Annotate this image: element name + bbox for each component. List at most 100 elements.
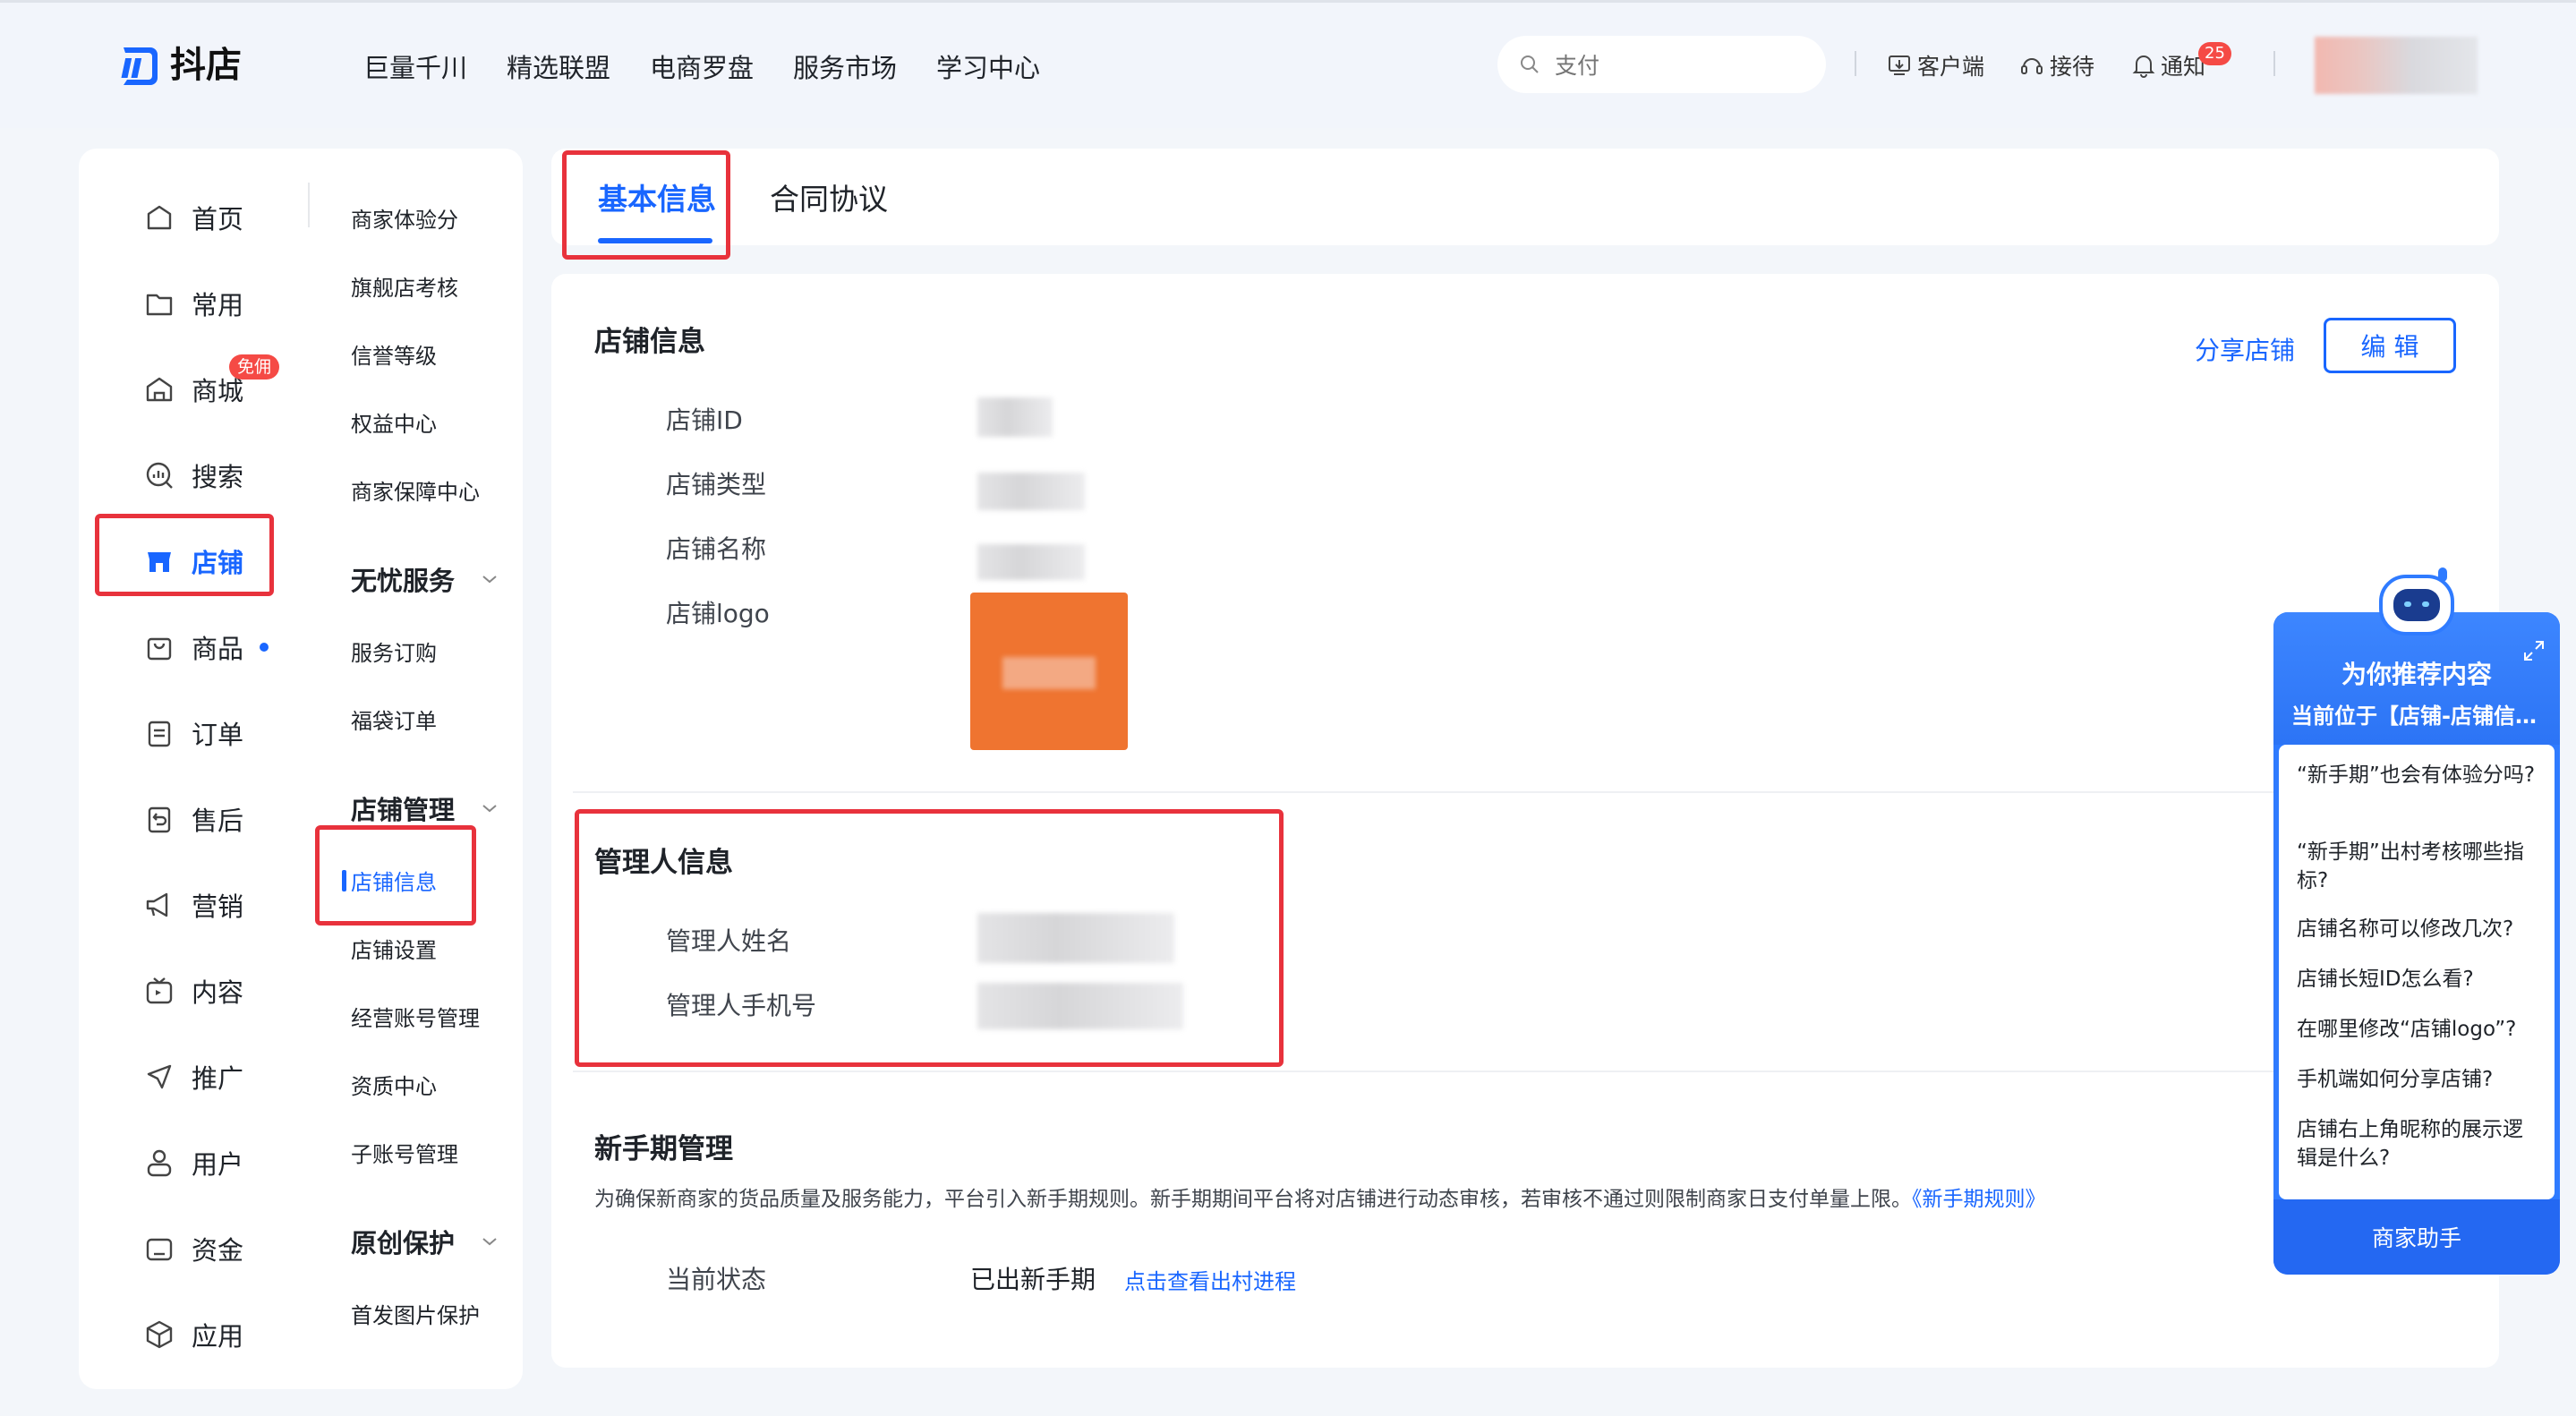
sidebar-item-apps[interactable]: 应用 [143,1316,243,1353]
edit-button[interactable]: 编 辑 [2324,318,2456,373]
folder-icon [146,294,173,316]
assistant-question[interactable]: 在哪里修改“店铺logo”? [2297,1015,2540,1044]
store-logo-image [970,593,1128,750]
subnav-service-order[interactable]: 服务订购 [351,635,437,667]
store-id-value-redacted [977,397,1053,437]
tab-contract[interactable]: 合同协议 [770,175,888,218]
assistant-question[interactable]: 店铺右上角昵称的展示逻辑是什么? [2297,1115,2540,1173]
assistant-question[interactable]: 手机端如何分享店铺? [2297,1065,2540,1094]
field-label-current-status: 当前状态 [666,1265,767,1294]
assistant-title: 为你推荐内容 [2341,660,2492,689]
subnav-credit-level[interactable]: 信誉等级 [351,338,437,370]
group-label: 原创保护 [351,1228,456,1258]
user-icon [147,1149,172,1177]
field-label-store-logo: 店铺logo [666,599,770,628]
sidebar-divider [308,183,310,227]
search-box[interactable] [1497,36,1826,93]
subnav-guarantee-center[interactable]: 商家保障中心 [351,474,480,506]
topnav-service-market[interactable]: 服务市场 [793,47,897,85]
bag-icon [147,637,172,661]
wallet-icon [146,1238,173,1261]
sidebar-label: 商品 [192,634,244,664]
newbie-rule-link[interactable]: 《新手期规则》 [1912,1188,2046,1211]
header-divider [2273,51,2275,76]
sidebar-item-search[interactable]: 搜索 [143,456,243,494]
subnav-account-management[interactable]: 经营账号管理 [351,1001,480,1032]
assistant-question-list: “新手期”也会有体验分吗? “新手期”出村考核哪些指标? 店铺名称可以修改几次?… [2279,745,2555,1199]
manager-name-value-redacted [977,913,1174,963]
doudian-logo-icon[interactable] [115,42,161,89]
headset-icon [2021,58,2043,74]
sidebar-item-home[interactable]: 首页 [143,199,243,236]
sidebar-item-user[interactable]: 用户 [143,1144,243,1181]
group-label: 店铺管理 [351,795,456,825]
subnav-group-worry-free[interactable]: 无忧服务 [351,560,498,598]
search-chart-icon [146,462,173,489]
client-download[interactable]: 客户端 [1887,49,1984,81]
aftersale-icon [148,806,171,833]
order-icon [148,721,171,747]
expand-icon[interactable] [2522,639,2546,662]
highlight-store-info-nav [315,825,476,926]
sidebar-item-common[interactable]: 常用 [143,285,243,322]
sidebar-item-content[interactable]: 内容 [143,972,243,1010]
manager-phone-value-redacted [977,983,1183,1029]
topnav-qianchuan[interactable]: 巨量千川 [363,47,467,85]
share-store-link[interactable]: 分享店铺 [2195,331,2295,367]
store-name-value-redacted [977,544,1085,580]
newbie-title: 新手期管理 [594,1133,733,1165]
section-divider [573,1071,2273,1072]
subnav-experience-score[interactable]: 商家体验分 [351,202,458,234]
subnav-sub-account[interactable]: 子账号管理 [351,1137,458,1168]
reception-entry[interactable]: 接待 [2019,49,2094,81]
store-logo-mark-redacted [1002,657,1096,689]
highlight-basic-info-tab [562,150,730,260]
avatar[interactable] [2315,37,2478,94]
assistant-subtitle: 当前位于【店铺-店铺信息】 [2291,704,2551,729]
graduation-progress-link[interactable]: 点击查看出村进程 [1124,1264,1296,1295]
sidebar-item-goods[interactable]: 商品 [143,628,269,666]
field-label-manager-phone: 管理人手机号 [666,991,817,1020]
sidebar-item-marketing[interactable]: 营销 [143,886,243,924]
merchant-assistant-button[interactable]: 商家助手 [2273,1199,2560,1275]
sidebar-label: 搜索 [192,462,244,492]
sidebar-item-order[interactable]: 订单 [143,714,243,752]
sidebar [79,149,523,1389]
sidebar-label: 资金 [192,1235,244,1266]
topnav-alliance[interactable]: 精选联盟 [507,47,610,85]
sidebar-item-mall[interactable]: 商城 [143,371,243,408]
subnav-image-protection[interactable]: 首发图片保护 [351,1298,480,1329]
chevron-down-icon [482,576,497,584]
subnav-benefit-center[interactable]: 权益中心 [351,406,437,438]
robot-mascot-icon[interactable] [2374,566,2460,644]
mall-icon [146,377,173,402]
subnav-flagship-review[interactable]: 旗舰店考核 [351,270,458,302]
subnav-store-settings[interactable]: 店铺设置 [351,933,437,964]
search-icon [1521,55,1539,73]
store-info-title: 店铺信息 [594,326,705,358]
subnav-qualification-center[interactable]: 资质中心 [351,1069,437,1100]
sidebar-item-aftersale[interactable]: 售后 [143,800,243,838]
store-type-value-redacted [977,473,1085,510]
assistant-question[interactable]: 店铺长短ID怎么看? [2297,965,2540,994]
subnav-group-store-management[interactable]: 店铺管理 [351,789,498,827]
sidebar-item-funds[interactable]: 资金 [143,1230,243,1267]
topnav-learning[interactable]: 学习中心 [936,47,1040,85]
sidebar-label: 应用 [192,1321,244,1352]
subnav-lucky-bag-order[interactable]: 福袋订单 [351,704,437,735]
assistant-question[interactable]: “新手期”出村考核哪些指标? [2297,838,2540,895]
logo-text[interactable]: 抖店 [170,42,242,89]
cube-icon [146,1320,173,1349]
newbie-desc-text: 为确保新商家的货品质量及服务能力，平台引入新手期规则。新手期期间平台将对店铺进行… [594,1188,1912,1211]
assistant-question[interactable]: “新手期”也会有体验分吗? [2297,761,2540,789]
search-input[interactable] [1553,48,1807,82]
promote-icon [147,1064,172,1089]
subnav-group-original-protection[interactable]: 原创保护 [351,1223,498,1260]
highlight-store-nav [95,514,274,596]
notification-entry[interactable]: 通知 [2132,49,2205,81]
assistant-question[interactable]: 店铺名称可以修改几次? [2297,915,2540,943]
topnav-compass[interactable]: 电商罗盘 [650,47,754,85]
newbie-description: 为确保新商家的货品质量及服务能力，平台引入新手期规则。新手期期间平台将对店铺进行… [594,1181,2046,1212]
sidebar-item-promote[interactable]: 推广 [143,1058,243,1096]
client-label: 客户端 [1917,54,1985,80]
